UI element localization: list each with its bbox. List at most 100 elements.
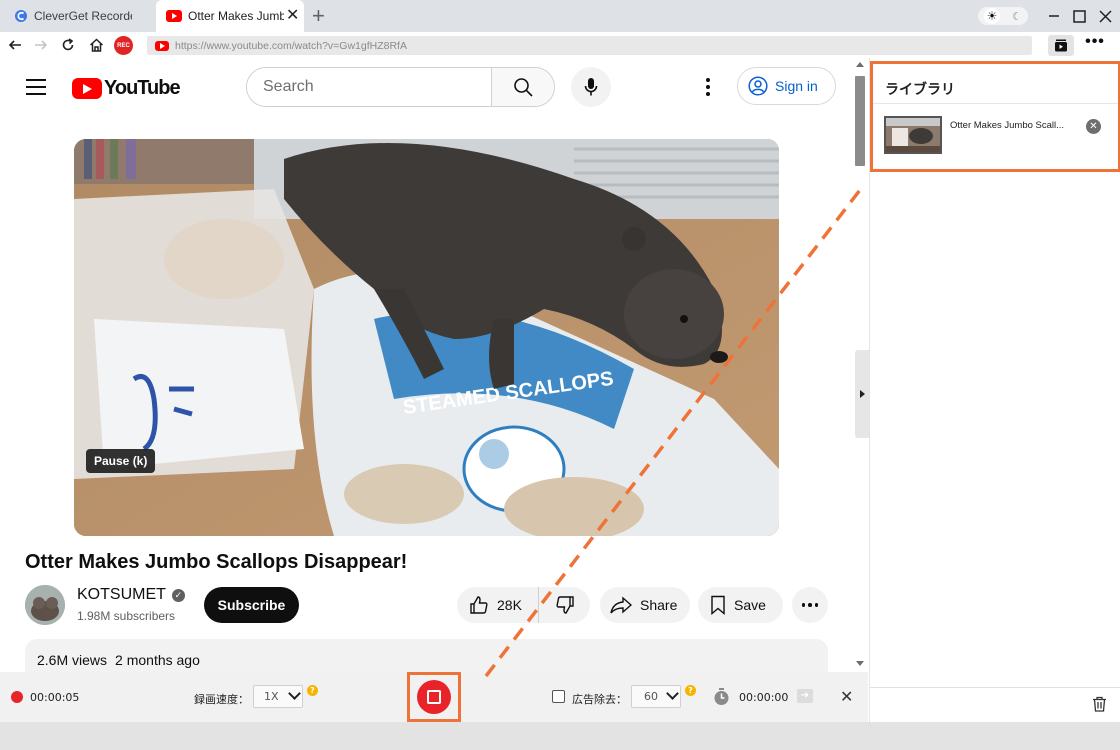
microphone-icon xyxy=(584,78,598,96)
sun-icon[interactable]: ☀ xyxy=(984,8,1001,24)
more-options-icon[interactable]: ••• xyxy=(1084,34,1106,55)
navigation-bar: REC https://www.youtube.com/watch?v=Gw1g… xyxy=(0,32,1120,58)
channel-avatar[interactable] xyxy=(25,585,65,625)
maximize-button[interactable] xyxy=(1067,4,1091,28)
stop-highlight-frame xyxy=(407,672,461,722)
speed-select[interactable]: 1X xyxy=(253,685,303,708)
menu-icon[interactable] xyxy=(26,79,46,95)
tab-title: CleverGet Recorde xyxy=(34,9,132,23)
trash-icon[interactable] xyxy=(1092,696,1107,712)
search-box xyxy=(246,67,555,107)
ad-skip-checkbox[interactable] xyxy=(552,690,565,703)
share-button[interactable]: Share xyxy=(600,587,690,623)
tab-title: Otter Makes Jumbo xyxy=(188,9,284,23)
video-library-icon xyxy=(1055,39,1067,52)
save-label: Save xyxy=(734,597,766,613)
speed-label: 録画速度： xyxy=(194,693,249,706)
tab-strip: CleverGet Recorde Otter Makes Jumbo ✕ + … xyxy=(0,0,1120,32)
thumbs-down-icon xyxy=(555,596,574,614)
stop-icon xyxy=(427,690,441,704)
export-arrow-icon[interactable]: ➜ xyxy=(797,689,813,703)
search-button[interactable] xyxy=(491,68,554,106)
channel-name-text[interactable]: KOTSUMET xyxy=(77,586,166,604)
scroll-up-arrow-icon[interactable] xyxy=(856,62,864,67)
video-frame-image: STEAMED SCALLOPS xyxy=(74,139,779,536)
more-actions-button[interactable] xyxy=(792,587,828,623)
youtube-logo[interactable]: YouTube xyxy=(72,77,181,100)
close-recorder-icon[interactable]: ✕ xyxy=(840,687,853,706)
home-icon[interactable] xyxy=(86,35,106,55)
status-strip xyxy=(0,722,1120,750)
like-button[interactable]: 28K xyxy=(457,587,539,623)
ad-skip-label: 広告除去： xyxy=(572,693,627,706)
scroll-thumb[interactable] xyxy=(855,76,865,166)
record-button[interactable]: REC xyxy=(114,36,133,55)
save-button[interactable]: Save xyxy=(698,587,783,623)
library-item-thumbnail[interactable] xyxy=(884,116,942,154)
minimize-button[interactable] xyxy=(1042,4,1066,28)
sign-in-button[interactable]: Sign in xyxy=(737,67,836,105)
search-input[interactable] xyxy=(247,68,491,106)
chevron-down-icon xyxy=(288,687,301,700)
elapsed-time: 00:00:05 xyxy=(30,691,80,704)
forward-icon[interactable] xyxy=(31,35,51,55)
pause-tooltip: Pause (k) xyxy=(86,449,156,473)
remove-item-icon[interactable]: ✕ xyxy=(1086,119,1101,134)
reload-icon[interactable] xyxy=(58,35,78,55)
tab-cleverget[interactable]: CleverGet Recorde xyxy=(0,0,150,32)
url-text[interactable]: https://www.youtube.com/watch?v=Gw1gfHZ8… xyxy=(175,40,407,52)
youtube-play-icon xyxy=(72,78,102,99)
tab-youtube-video[interactable]: Otter Makes Jumbo ✕ xyxy=(156,0,304,32)
description-box[interactable]: 2.6M views 2 months ago xyxy=(25,639,828,672)
moon-icon[interactable]: ☾ xyxy=(1012,10,1022,23)
like-dislike-group: 28K xyxy=(457,587,590,623)
youtube-favicon-icon xyxy=(155,40,169,51)
theme-toggle[interactable]: ☀ ☾ xyxy=(978,7,1028,25)
cleverget-icon xyxy=(15,10,27,22)
dislike-button[interactable] xyxy=(539,595,590,615)
video-player[interactable]: STEAMED SCALLOPS Pause (k) xyxy=(74,139,779,536)
library-footer xyxy=(870,687,1120,722)
video-title: Otter Makes Jumbo Scallops Disappear! xyxy=(25,551,408,573)
account-icon xyxy=(748,76,768,96)
browser-page: YouTube Sign in xyxy=(0,58,868,672)
subscriber-count: 1.98M subscribers xyxy=(77,609,176,623)
library-panel: ライブラリ Otter Makes Jumbo Scall... ✕ xyxy=(869,58,1120,722)
help-icon[interactable]: ? xyxy=(685,685,696,696)
recording-bar: 00:00:05 録画速度： 1X ? 広告除去： 60 ? 00:00:00 … xyxy=(0,672,868,722)
youtube-favicon-icon xyxy=(166,10,182,22)
upload-date: 2 months ago xyxy=(115,652,200,668)
view-count: 2.6M views xyxy=(37,652,108,668)
stop-recording-button[interactable] xyxy=(417,680,451,714)
bookmark-icon xyxy=(711,595,725,615)
speed-value: 1X xyxy=(264,690,279,703)
help-icon[interactable]: ? xyxy=(307,685,318,696)
new-tab-button[interactable]: + xyxy=(312,4,325,28)
address-bar[interactable]: https://www.youtube.com/watch?v=Gw1gfHZ8… xyxy=(147,36,1032,55)
stopwatch-icon[interactable] xyxy=(713,688,730,706)
back-icon[interactable] xyxy=(5,35,25,55)
settings-menu-icon[interactable] xyxy=(698,76,718,98)
recording-indicator-icon xyxy=(11,691,23,703)
library-item-title: Otter Makes Jumbo Scall... xyxy=(950,120,1065,131)
ad-skip-select[interactable]: 60 xyxy=(631,685,681,708)
voice-search-button[interactable] xyxy=(571,67,611,107)
like-count: 28K xyxy=(497,597,522,613)
library-button[interactable] xyxy=(1048,35,1074,56)
verified-check-icon: ✓ xyxy=(171,588,185,602)
scroll-down-arrow-icon[interactable] xyxy=(856,661,864,666)
close-tab-icon[interactable]: ✕ xyxy=(286,8,299,24)
share-label: Share xyxy=(640,597,678,613)
close-window-button[interactable] xyxy=(1093,4,1117,28)
thumbs-up-icon xyxy=(470,596,488,614)
collapse-panel-button[interactable] xyxy=(855,350,869,438)
search-icon xyxy=(514,78,533,97)
youtube-wordmark: YouTube xyxy=(104,77,181,99)
channel-name[interactable]: KOTSUMET ✓ xyxy=(77,586,185,604)
library-item[interactable]: Otter Makes Jumbo Scall... ✕ xyxy=(884,116,1114,156)
subscribe-button[interactable]: Subscribe xyxy=(204,587,299,623)
divider xyxy=(873,103,1118,104)
triangle-right-icon xyxy=(859,390,865,398)
channel-row: KOTSUMET ✓ 1.98M subscribers Subscribe 2… xyxy=(25,585,830,625)
youtube-header: YouTube Sign in xyxy=(0,58,852,116)
